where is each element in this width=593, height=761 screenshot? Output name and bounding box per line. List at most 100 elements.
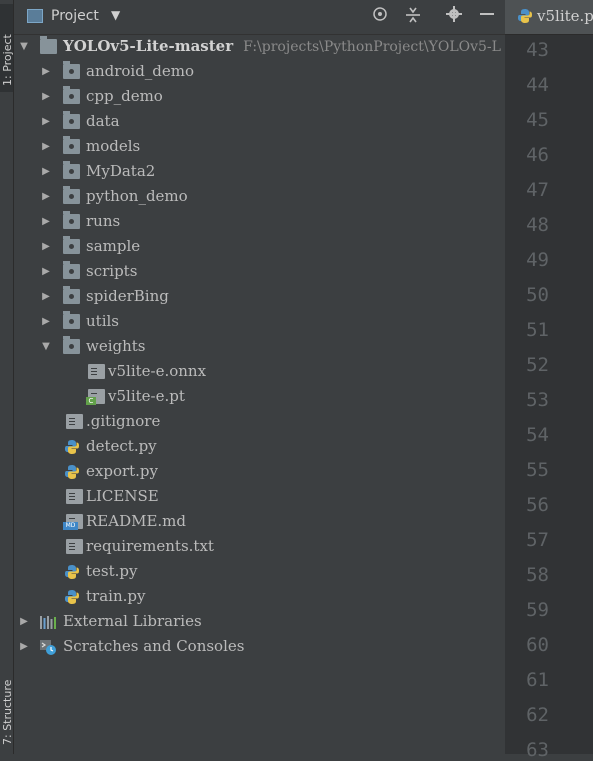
folder-icon	[63, 111, 80, 129]
text-file-icon	[66, 414, 83, 429]
file-icon	[88, 364, 105, 379]
folder-label: MyData2	[86, 162, 156, 180]
project-view-title[interactable]: Project	[51, 8, 99, 24]
collapsed-arrow-icon[interactable]: ▶	[40, 259, 52, 284]
line-number: 51	[526, 319, 549, 341]
folder-label: python_demo	[86, 187, 188, 205]
folder-icon	[63, 61, 80, 79]
folder-icon	[63, 236, 80, 254]
line-number: 43	[526, 39, 549, 61]
collapsed-arrow-icon[interactable]: ▶	[40, 234, 52, 259]
file-label: export.py	[86, 462, 159, 480]
file-label: .gitignore	[86, 412, 161, 430]
tree-file-row[interactable]: .gitignore	[14, 409, 505, 434]
tree-folder-row[interactable]: ▶ sample	[14, 234, 505, 259]
project-view-icon	[27, 9, 43, 23]
folder-label: sample	[86, 237, 141, 255]
project-tree: ▼ YOLOv5-Lite-master F:\projects\PythonPr…	[14, 34, 505, 754]
editor-tab-label: v5lite.py	[537, 7, 593, 25]
tree-file-row[interactable]: export.py	[14, 459, 505, 484]
folder-label: spiderBing	[86, 287, 169, 305]
tree-folder-row[interactable]: ▶ runs	[14, 209, 505, 234]
project-toolbar: Project ▼	[14, 0, 505, 35]
tree-folder-row-weights[interactable]: ▼ weights	[14, 334, 505, 359]
tree-file-row[interactable]: detect.py	[14, 434, 505, 459]
file-label: LICENSE	[86, 487, 159, 505]
tree-file-row[interactable]: MD README.md	[14, 509, 505, 534]
tree-file-row[interactable]: train.py	[14, 584, 505, 609]
tree-folder-row[interactable]: ▶ models	[14, 134, 505, 159]
tree-folder-row[interactable]: ▶ data	[14, 109, 505, 134]
tree-file-row[interactable]: requirements.txt	[14, 534, 505, 559]
line-number: 57	[526, 529, 549, 551]
file-label: v5lite-e.onnx	[108, 362, 207, 380]
editor-tab[interactable]: v5lite.py	[505, 0, 593, 35]
tree-file-row[interactable]: test.py	[14, 559, 505, 584]
folder-icon	[63, 86, 80, 104]
line-number: 52	[526, 354, 549, 376]
folder-icon	[63, 336, 80, 354]
minimize-icon[interactable]	[476, 6, 498, 28]
folder-label: data	[86, 112, 120, 130]
tree-file-row[interactable]: LICENSE	[14, 484, 505, 509]
tree-folder-row[interactable]: ▶ cpp_demo	[14, 84, 505, 109]
tree-folder-row[interactable]: ▶ python_demo	[14, 184, 505, 209]
file-label: requirements.txt	[86, 537, 214, 555]
collapsed-arrow-icon[interactable]: ▶	[40, 159, 52, 184]
python-file-icon	[64, 564, 81, 579]
scratches-icon	[39, 639, 56, 655]
crosshair-icon[interactable]	[369, 6, 391, 28]
tree-folder-row[interactable]: ▶ spiderBing	[14, 284, 505, 309]
line-number: 55	[526, 459, 549, 481]
file-label: detect.py	[86, 437, 157, 455]
collapsed-arrow-icon[interactable]: ▶	[40, 284, 52, 309]
line-number: 47	[526, 179, 549, 201]
collapsed-arrow-icon[interactable]: ▶	[40, 184, 52, 209]
collapsed-arrow-icon[interactable]: ▶	[18, 634, 30, 659]
line-number: 60	[526, 634, 549, 656]
tree-folder-row[interactable]: ▶ scripts	[14, 259, 505, 284]
project-tool-tab[interactable]: 1: Project	[0, 4, 14, 92]
folder-icon	[63, 211, 80, 229]
collapsed-arrow-icon[interactable]: ▶	[40, 109, 52, 134]
folder-label: weights	[86, 337, 146, 355]
file-label: v5lite-e.pt	[108, 387, 185, 405]
collapsed-arrow-icon[interactable]: ▶	[40, 59, 52, 84]
line-number: 44	[526, 74, 549, 96]
collapsed-arrow-icon[interactable]: ▶	[18, 609, 30, 634]
line-number: 53	[526, 389, 549, 411]
expanded-arrow-icon[interactable]: ▼	[40, 334, 52, 359]
line-number: 61	[526, 669, 549, 691]
root-project-name: YOLOv5-Lite-master	[63, 37, 234, 55]
chevron-down-icon[interactable]: ▼	[111, 8, 120, 22]
tree-file-row[interactable]: C v5lite-e.pt	[14, 384, 505, 409]
folder-icon	[63, 311, 80, 329]
structure-tool-tab[interactable]: 7: Structure	[0, 650, 14, 750]
python-file-icon	[517, 8, 533, 28]
folder-icon	[63, 261, 80, 279]
line-number: 54	[526, 424, 549, 446]
collapsed-arrow-icon[interactable]: ▶	[40, 209, 52, 234]
python-file-icon	[64, 464, 81, 479]
tree-root-row[interactable]: ▼ YOLOv5-Lite-master F:\projects\PythonPr…	[14, 34, 505, 59]
tree-folder-row[interactable]: ▶ MyData2	[14, 159, 505, 184]
collapsed-arrow-icon[interactable]: ▶	[40, 84, 52, 109]
expanded-arrow-icon[interactable]: ▼	[18, 34, 30, 59]
collapsed-arrow-icon[interactable]: ▶	[40, 134, 52, 159]
structure-tool-tab-label: 7: Structure	[1, 679, 14, 745]
line-number: 62	[526, 704, 549, 726]
tree-folder-row[interactable]: ▶ android_demo	[14, 59, 505, 84]
folder-icon	[63, 186, 80, 204]
collapsed-arrow-icon[interactable]: ▶	[40, 309, 52, 334]
collapse-icon[interactable]	[402, 6, 424, 28]
tree-file-row[interactable]: v5lite-e.onnx	[14, 359, 505, 384]
external-libraries-row[interactable]: ▶ External Libraries	[14, 609, 505, 634]
scratches-row[interactable]: ▶ Scratches and Consoles	[14, 634, 505, 659]
file-label: README.md	[86, 512, 187, 530]
tree-folder-row[interactable]: ▶ utils	[14, 309, 505, 334]
folder-label: scripts	[86, 262, 138, 280]
line-number: 63	[526, 739, 549, 761]
gear-icon[interactable]	[443, 6, 465, 28]
python-file-icon	[64, 439, 81, 454]
folder-icon	[63, 136, 80, 154]
